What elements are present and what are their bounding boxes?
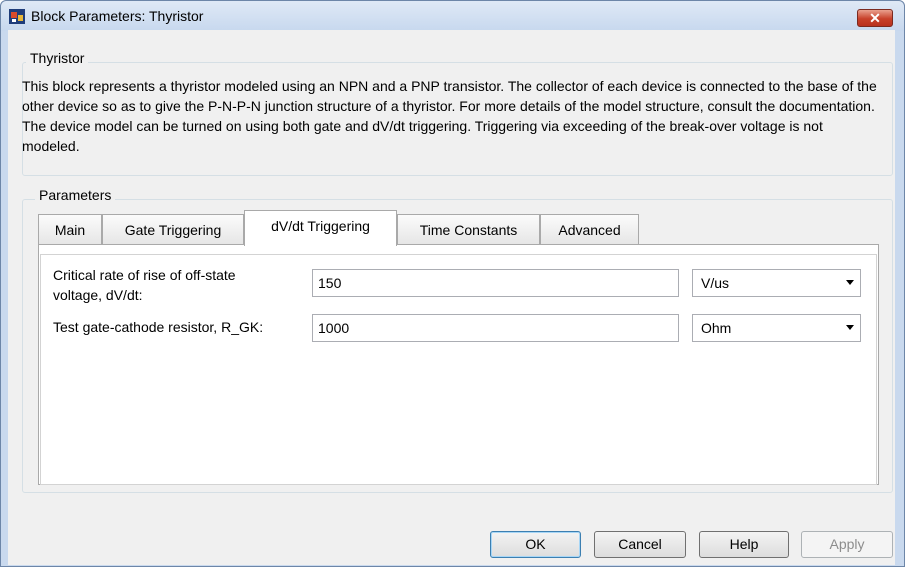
window-title: Block Parameters: Thyristor xyxy=(31,8,204,24)
help-button[interactable]: Help xyxy=(699,531,789,558)
apply-button[interactable]: Apply xyxy=(801,531,893,558)
simulink-block-icon xyxy=(9,9,25,24)
chevron-down-icon xyxy=(846,325,854,330)
rgk-label: Test gate-cathode resistor, R_GK: xyxy=(53,319,264,335)
critical-rate-unit-select[interactable]: V/us xyxy=(692,269,861,297)
tab-time-constants[interactable]: Time Constants xyxy=(397,214,540,244)
tab-gate-triggering-label: Gate Triggering xyxy=(124,222,222,238)
close-button[interactable]: ✕ xyxy=(857,9,893,27)
tab-advanced[interactable]: Advanced xyxy=(540,214,639,244)
ok-button[interactable]: OK xyxy=(490,531,581,558)
rgk-unit-value: Ohm xyxy=(701,320,732,336)
title-bar[interactable]: Block Parameters: Thyristor ✕ xyxy=(1,1,904,31)
chevron-down-icon xyxy=(846,280,854,285)
block-description: This block represents a thyristor modele… xyxy=(22,78,877,154)
tab-advanced-label: Advanced xyxy=(558,222,621,238)
tab-dvdt-triggering-label: dV/dt Triggering xyxy=(271,218,370,234)
critical-rate-label-line1: Critical rate of rise of off-state xyxy=(53,267,236,283)
tab-time-constants-label: Time Constants xyxy=(419,222,518,238)
tab-dvdt-triggering[interactable]: dV/dt Triggering xyxy=(244,210,397,246)
tab-main[interactable]: Main xyxy=(38,214,102,244)
rgk-input[interactable]: 1000 xyxy=(312,314,679,342)
block-group-label: Thyristor xyxy=(26,50,89,66)
close-icon: ✕ xyxy=(869,10,881,26)
critical-rate-unit-value: V/us xyxy=(701,275,730,291)
critical-rate-input[interactable]: 150 xyxy=(312,269,679,297)
critical-rate-label-line2: voltage, dV/dt: xyxy=(53,287,143,303)
parameters-group-label: Parameters xyxy=(35,187,116,203)
cancel-button[interactable]: Cancel xyxy=(594,531,686,558)
tab-main-label: Main xyxy=(54,222,86,238)
tab-gate-triggering[interactable]: Gate Triggering xyxy=(102,214,244,244)
rgk-unit-select[interactable]: Ohm xyxy=(692,314,861,342)
